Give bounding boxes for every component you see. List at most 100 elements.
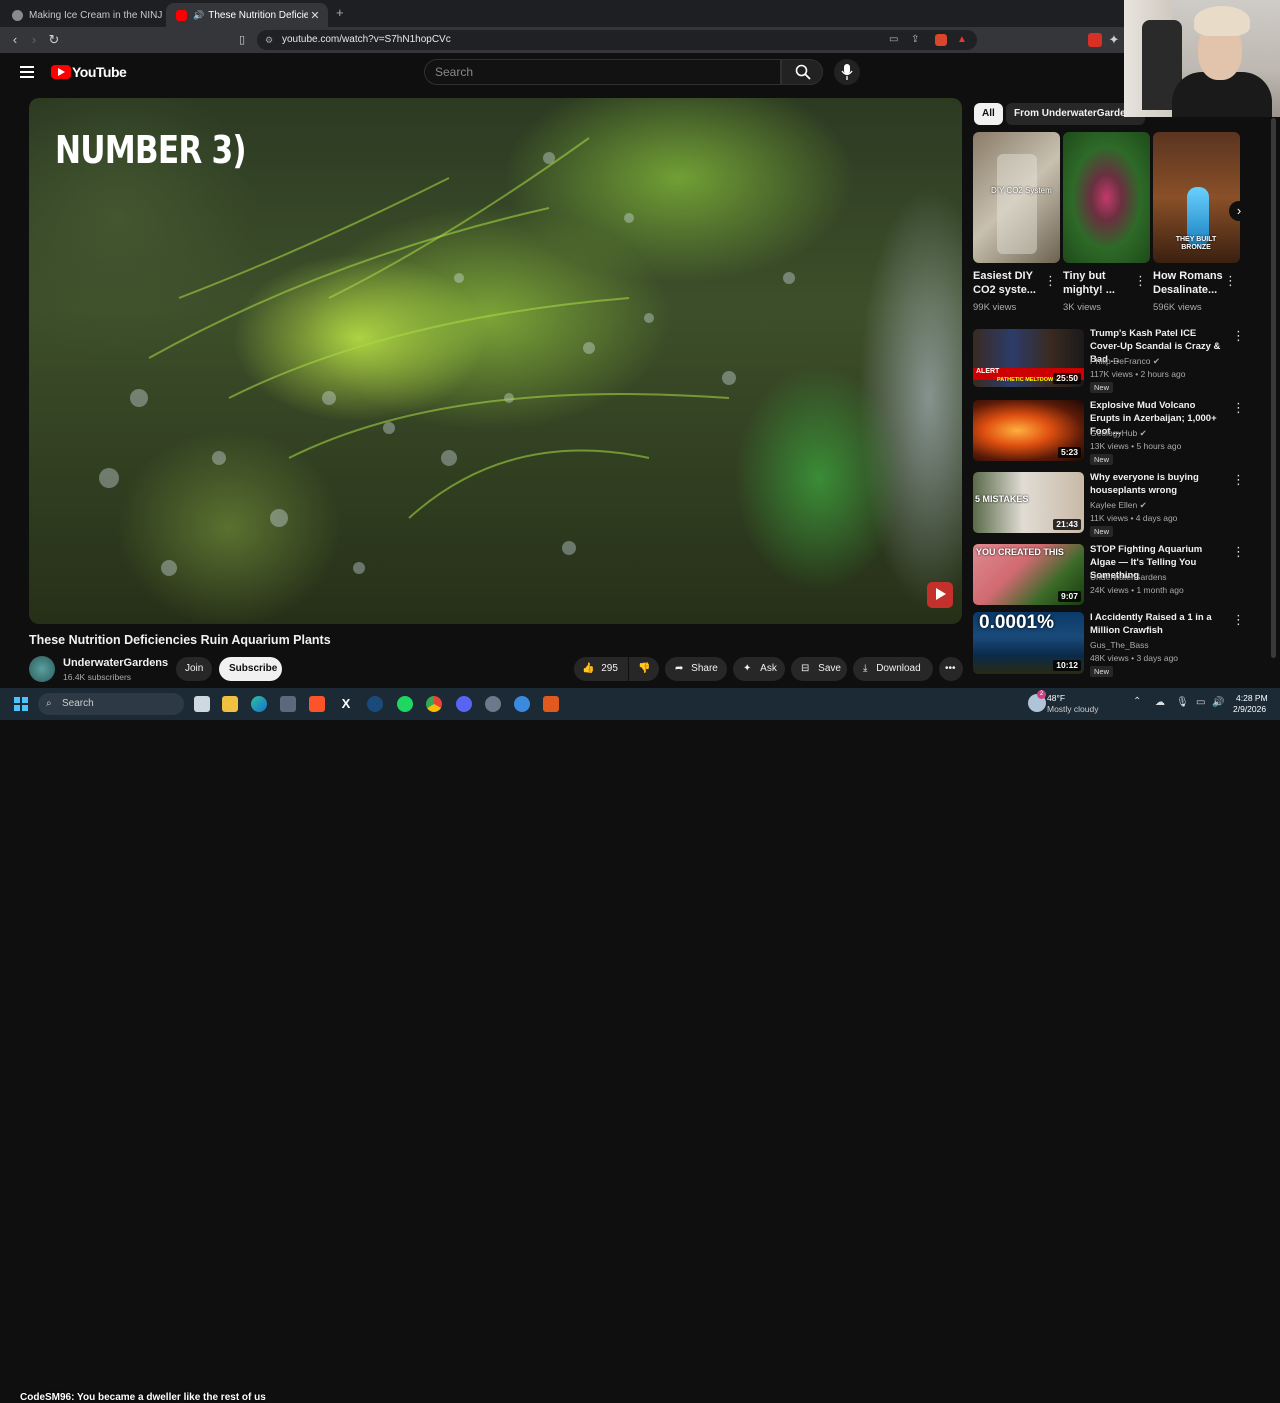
more-vertical-icon[interactable]: ⋮ bbox=[1232, 400, 1245, 416]
shorts-next-icon[interactable]: › bbox=[1229, 201, 1249, 221]
obs-icon[interactable] bbox=[543, 696, 559, 712]
channel-avatar[interactable] bbox=[29, 656, 55, 682]
discord-icon[interactable] bbox=[456, 696, 472, 712]
tab-nutrition-deficiencies[interactable]: 🔊 These Nutrition Deficiencies Ruin Aqua… bbox=[166, 3, 328, 27]
spotify-icon[interactable] bbox=[397, 696, 413, 712]
more-vertical-icon[interactable]: ⋮ bbox=[1232, 612, 1245, 628]
bookmark-icon[interactable]: ▯ bbox=[234, 32, 250, 48]
youtube-logo-text[interactable]: YouTube bbox=[72, 64, 127, 80]
microphone-tray-icon[interactable]: 🎙 bbox=[1176, 697, 1189, 708]
subscriber-count: 16.4K subscribers bbox=[63, 672, 132, 682]
short-title[interactable]: How Romans Desalinate... bbox=[1153, 269, 1223, 297]
share-button[interactable]: ➦ Share bbox=[665, 657, 727, 681]
app-icon[interactable] bbox=[514, 696, 530, 712]
sparkle-icon: ✦ bbox=[743, 663, 752, 674]
more-vertical-icon[interactable]: ⋮ bbox=[1134, 273, 1147, 289]
video-thumbnail[interactable]: YOU CREATED THIS 9:07 bbox=[973, 544, 1084, 605]
channel-name[interactable]: UnderwaterGardens bbox=[1090, 572, 1167, 582]
cast-icon[interactable]: ▭ bbox=[889, 30, 898, 50]
wifi-icon[interactable]: ▭ bbox=[1196, 697, 1205, 708]
save-button[interactable]: ⊟ Save bbox=[791, 657, 847, 681]
close-tab-icon[interactable]: ✕ bbox=[308, 9, 322, 22]
video-title[interactable]: I Accidently Raised a 1 in a Million Cra… bbox=[1090, 611, 1222, 637]
reload-icon[interactable]: ↻ bbox=[46, 32, 62, 48]
channel-name[interactable]: GeologyHub ✔ bbox=[1090, 428, 1147, 439]
subscribe-watermark-icon[interactable] bbox=[927, 582, 953, 608]
network-status-icon[interactable]: ☁ bbox=[1155, 697, 1165, 708]
chip-all[interactable]: All bbox=[974, 103, 1003, 125]
short-thumbnail[interactable]: DIY CO2 System bbox=[973, 132, 1060, 263]
more-vertical-icon[interactable]: ⋮ bbox=[1232, 328, 1245, 344]
ask-button[interactable]: ✦ Ask bbox=[733, 657, 785, 681]
forward-icon[interactable]: › bbox=[26, 32, 42, 48]
store-icon[interactable] bbox=[280, 696, 296, 712]
chrome-icon[interactable] bbox=[426, 696, 442, 712]
tab-ninja-creami[interactable]: Making Ice Cream in the NINJA CREAMi bbox=[2, 3, 162, 27]
channel-name[interactable]: Kaylee Ellen ✔ bbox=[1090, 500, 1147, 511]
tab-title: Making Ice Cream in the NINJA CREAMi bbox=[29, 9, 162, 21]
globe-icon bbox=[12, 9, 23, 21]
new-badge: New bbox=[1090, 382, 1114, 393]
download-button[interactable]: ⤓ Download bbox=[853, 657, 933, 681]
scrollbar[interactable] bbox=[1271, 118, 1276, 658]
video-title[interactable]: Why everyone is buying houseplants wrong bbox=[1090, 471, 1222, 497]
youtube-logo-icon[interactable] bbox=[51, 65, 71, 79]
like-button[interactable]: 👍 295 bbox=[574, 657, 628, 681]
video-thumbnail[interactable]: ALERT PATHETIC MELTDOWN 25:50 bbox=[973, 329, 1084, 387]
x-app-icon[interactable]: X bbox=[338, 696, 354, 712]
address-bar[interactable]: ⚙ youtube.com/watch?v=S7hN1hopCVc ▭ ⇪ ▲ bbox=[257, 30, 977, 50]
task-view-icon[interactable] bbox=[194, 696, 210, 712]
channel-name-text: GeologyHub bbox=[1090, 428, 1138, 438]
short-thumb-text: DIY CO2 System bbox=[991, 186, 1052, 195]
channel-name[interactable]: UnderwaterGardens bbox=[63, 657, 168, 669]
more-vertical-icon[interactable]: ⋮ bbox=[1044, 273, 1057, 289]
thumb-text: 5 MISTAKES bbox=[975, 494, 1029, 504]
menu-icon[interactable] bbox=[20, 66, 34, 78]
search-button[interactable] bbox=[781, 59, 823, 85]
extensions-puzzle-icon[interactable]: ✦ bbox=[1106, 32, 1122, 48]
more-vertical-icon[interactable]: ⋮ bbox=[1232, 544, 1245, 560]
brave-icon[interactable] bbox=[309, 696, 325, 712]
dislike-button[interactable]: 👎 bbox=[629, 657, 659, 681]
share-label: Share bbox=[691, 663, 718, 674]
video-thumbnail[interactable]: 5:23 bbox=[973, 400, 1084, 461]
video-thumbnail[interactable]: 5 MISTAKES 21:43 bbox=[973, 472, 1084, 533]
video-duration: 9:07 bbox=[1057, 591, 1081, 602]
new-tab-button[interactable]: + bbox=[336, 5, 344, 20]
clock-time[interactable]: 4:28 PM bbox=[1236, 693, 1268, 703]
more-actions-button[interactable]: ••• bbox=[939, 657, 963, 681]
clock-date[interactable]: 2/9/2026 bbox=[1233, 704, 1266, 714]
video-thumbnail[interactable]: 0.0001% 10:12 bbox=[973, 612, 1084, 674]
weather-description[interactable]: Mostly cloudy bbox=[1047, 704, 1099, 714]
subscribe-button[interactable]: Subscribe bbox=[219, 657, 282, 681]
edge-icon[interactable] bbox=[251, 696, 267, 712]
short-title[interactable]: Tiny but mighty! ... bbox=[1063, 269, 1133, 297]
weather-temperature[interactable]: 48°F bbox=[1047, 693, 1065, 703]
show-hidden-icons-icon[interactable]: ⌃ bbox=[1133, 696, 1141, 707]
steam-icon[interactable] bbox=[367, 696, 383, 712]
channel-name[interactable]: Philip DeFranco ✔ bbox=[1090, 356, 1160, 367]
video-player[interactable]: NUMBER 3) bbox=[29, 98, 962, 624]
voice-search-button[interactable] bbox=[834, 59, 860, 85]
site-info-icon[interactable]: ⚙ bbox=[265, 30, 273, 50]
windows-start-icon[interactable] bbox=[14, 697, 28, 711]
browser-toolbar: ‹ › ↻ ▯ ⚙ youtube.com/watch?v=S7hN1hopCV… bbox=[0, 27, 1280, 53]
volume-icon[interactable]: 🔊 bbox=[1212, 697, 1224, 708]
share-page-icon[interactable]: ⇪ bbox=[911, 30, 919, 50]
channel-name[interactable]: Gus_The_Bass bbox=[1090, 640, 1149, 650]
short-thumbnail[interactable]: THEY BUILT BRONZE bbox=[1153, 132, 1240, 263]
brave-rewards-icon[interactable]: ▲ bbox=[957, 30, 967, 50]
extension-icon[interactable] bbox=[1088, 33, 1102, 47]
back-icon[interactable]: ‹ bbox=[7, 32, 23, 48]
app-icon[interactable] bbox=[485, 696, 501, 712]
webcam-person-hair bbox=[1194, 6, 1250, 36]
join-button[interactable]: Join bbox=[176, 657, 212, 681]
more-vertical-icon[interactable]: ⋮ bbox=[1224, 273, 1237, 289]
more-vertical-icon[interactable]: ⋮ bbox=[1232, 472, 1245, 488]
short-title[interactable]: Easiest DIY CO2 syste... bbox=[973, 269, 1043, 297]
brave-shields-icon[interactable] bbox=[935, 34, 947, 46]
short-thumbnail[interactable] bbox=[1063, 132, 1150, 263]
search-input[interactable]: Search bbox=[424, 59, 781, 85]
file-explorer-icon[interactable] bbox=[222, 696, 238, 712]
taskbar-search[interactable]: ⌕ Search bbox=[38, 693, 184, 715]
